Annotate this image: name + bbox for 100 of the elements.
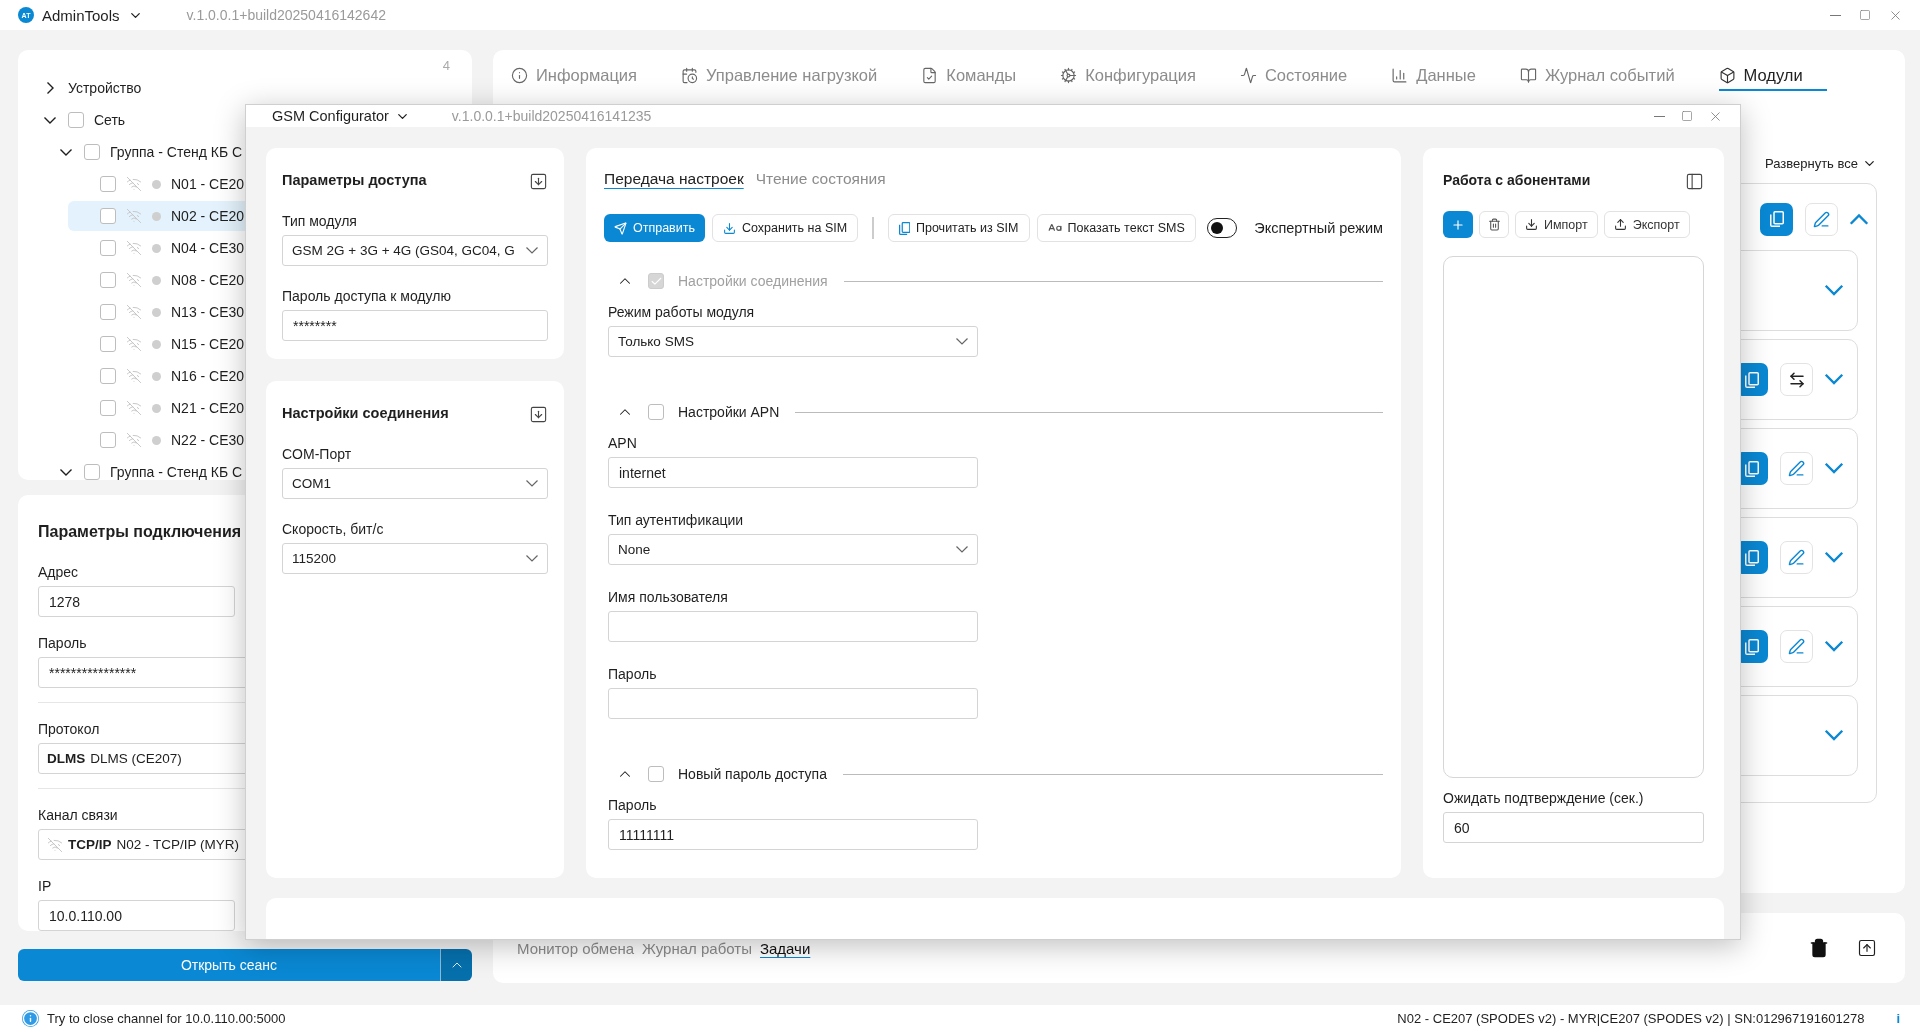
input-field[interactable]: 10.0.110.00 <box>38 900 235 931</box>
menu-toggle-button[interactable] <box>440 949 472 981</box>
chevron-down-icon[interactable] <box>44 116 56 124</box>
checkbox[interactable] <box>68 112 84 128</box>
tree-item-label[interactable]: Группа - Стенд КБ С <box>110 464 243 480</box>
input-field[interactable] <box>608 611 978 642</box>
dropdown-field[interactable]: COM1 <box>282 468 548 499</box>
dropdown-field[interactable]: 115200 <box>282 543 548 574</box>
checkbox[interactable] <box>100 336 116 352</box>
tab[interactable]: Конфигурация <box>1060 61 1196 91</box>
checkbox[interactable] <box>100 432 116 448</box>
expand-button[interactable] <box>1825 374 1843 385</box>
expand-all-button[interactable]: Развернуть все <box>1765 156 1877 171</box>
sidebar-icon[interactable] <box>1685 172 1704 191</box>
chevron-up-icon <box>1850 213 1868 225</box>
status-message: Try to close channel for 10.0.110.00:5000 <box>47 1011 286 1026</box>
expand-button[interactable] <box>1825 552 1843 563</box>
field-label: IP <box>38 878 53 894</box>
input-field[interactable]: ******** <box>282 310 548 341</box>
chevron-down-icon[interactable] <box>60 148 72 156</box>
checkbox[interactable] <box>84 464 100 480</box>
field-label: Тип модуля <box>282 213 358 229</box>
files-icon <box>1769 211 1784 227</box>
status-dot-icon <box>152 371 161 381</box>
app-title[interactable]: AdminTools <box>42 6 120 24</box>
input-field[interactable]: internet <box>608 457 978 488</box>
checkbox[interactable] <box>100 208 116 224</box>
status-dot-icon <box>152 339 161 349</box>
status-dot-icon <box>152 243 161 253</box>
dropdown-field[interactable]: None <box>608 534 978 565</box>
card-title: Настройки соединения <box>282 405 449 421</box>
tree-item-label[interactable]: N16 - CE20 <box>171 368 245 384</box>
info-link[interactable]: i <box>1896 1011 1900 1026</box>
edit-button[interactable] <box>1805 202 1838 236</box>
item-count: 4 <box>442 58 450 73</box>
tree-item-label[interactable]: N15 - CE20 <box>171 336 245 352</box>
read-from-sim-button[interactable]: Прочитать из SIM <box>887 214 1030 242</box>
input-field[interactable] <box>608 688 978 719</box>
tab[interactable]: Модули <box>1718 61 1827 91</box>
swap-button[interactable] <box>1780 363 1813 396</box>
copy-button[interactable] <box>1760 202 1793 236</box>
tree-item-label[interactable]: Группа - Стенд КБ С <box>110 144 243 160</box>
input-field[interactable]: 60 <box>1443 812 1704 843</box>
collapse-button[interactable] <box>1850 213 1868 225</box>
tree-item-label[interactable]: N13 - CE30 <box>171 304 245 320</box>
tab[interactable]: Задачи <box>759 939 811 957</box>
chevron-down-icon[interactable] <box>60 468 72 476</box>
tree-item-label[interactable]: Устройство <box>68 80 142 96</box>
edit-button[interactable] <box>1780 630 1813 663</box>
open-session-button[interactable]: Открыть сеанс <box>18 949 440 981</box>
expand-button[interactable] <box>1825 463 1843 474</box>
status-dot-icon <box>152 403 161 413</box>
import-button[interactable]: Импорт <box>1515 211 1598 238</box>
tree-item-label[interactable]: Сеть <box>94 112 126 128</box>
checkbox[interactable] <box>100 304 116 320</box>
edit-button[interactable] <box>1780 452 1813 485</box>
save-to-sim-button[interactable]: Сохранить на SIM <box>712 214 859 242</box>
signal-off-icon <box>126 336 142 352</box>
upload-icon <box>1613 218 1627 231</box>
add-button[interactable] <box>1443 211 1473 238</box>
window-title[interactable]: GSM Configurator <box>272 108 389 124</box>
chevron-right-icon[interactable] <box>46 82 54 94</box>
checkbox[interactable] <box>648 404 664 420</box>
tree-item-label[interactable]: N22 - CE30 <box>171 432 245 448</box>
checkbox[interactable] <box>100 240 116 256</box>
field-label: Пароль доступа к модулю <box>282 288 452 304</box>
collapse-icon[interactable] <box>529 172 548 191</box>
trash-icon[interactable] <box>1809 938 1829 958</box>
trash-icon <box>1487 218 1501 231</box>
delete-button[interactable] <box>1479 211 1509 238</box>
toggle-switch[interactable] <box>1206 218 1238 238</box>
tree-item-label[interactable]: N04 - CE30 <box>171 240 245 256</box>
card-title: Работа с абонентами <box>1443 172 1591 188</box>
export-button[interactable]: Экспорт <box>1603 211 1690 238</box>
status-dot-icon <box>152 307 161 317</box>
tree-item-label[interactable]: N02 - CE20 <box>171 208 245 224</box>
show-sms-button[interactable]: Показать текст SMS <box>1036 214 1196 242</box>
expand-button[interactable] <box>1825 641 1843 652</box>
dropdown-field[interactable]: GSM 2G + 3G + 4G (GS04, GC04, G <box>282 235 548 266</box>
status-dot-icon <box>152 211 161 221</box>
checkbox[interactable] <box>648 766 664 782</box>
checkbox[interactable] <box>84 144 100 160</box>
checkbox[interactable] <box>100 368 116 384</box>
tab[interactable]: Передача настроек <box>604 170 744 188</box>
bar-chart-icon <box>1391 66 1409 84</box>
tree-item-label[interactable]: N21 - CE20 <box>171 400 245 416</box>
tree-item-label[interactable]: N01 - CE20 <box>171 176 245 192</box>
input-field[interactable]: 1278 <box>38 586 235 617</box>
edit-button[interactable] <box>1780 541 1813 574</box>
expand-button[interactable] <box>1825 285 1843 296</box>
input-field[interactable]: 11111111 <box>608 819 978 850</box>
tree-item-label[interactable]: N08 - CE20 <box>171 272 245 288</box>
checkbox[interactable] <box>100 272 116 288</box>
collapse-icon[interactable] <box>529 405 548 424</box>
checkbox[interactable] <box>100 176 116 192</box>
expand-button[interactable] <box>1825 730 1843 741</box>
checkbox[interactable] <box>100 400 116 416</box>
panel-icon[interactable] <box>1857 938 1877 958</box>
send-button[interactable]: Отправить <box>604 214 705 242</box>
pen-icon <box>1788 638 1805 655</box>
